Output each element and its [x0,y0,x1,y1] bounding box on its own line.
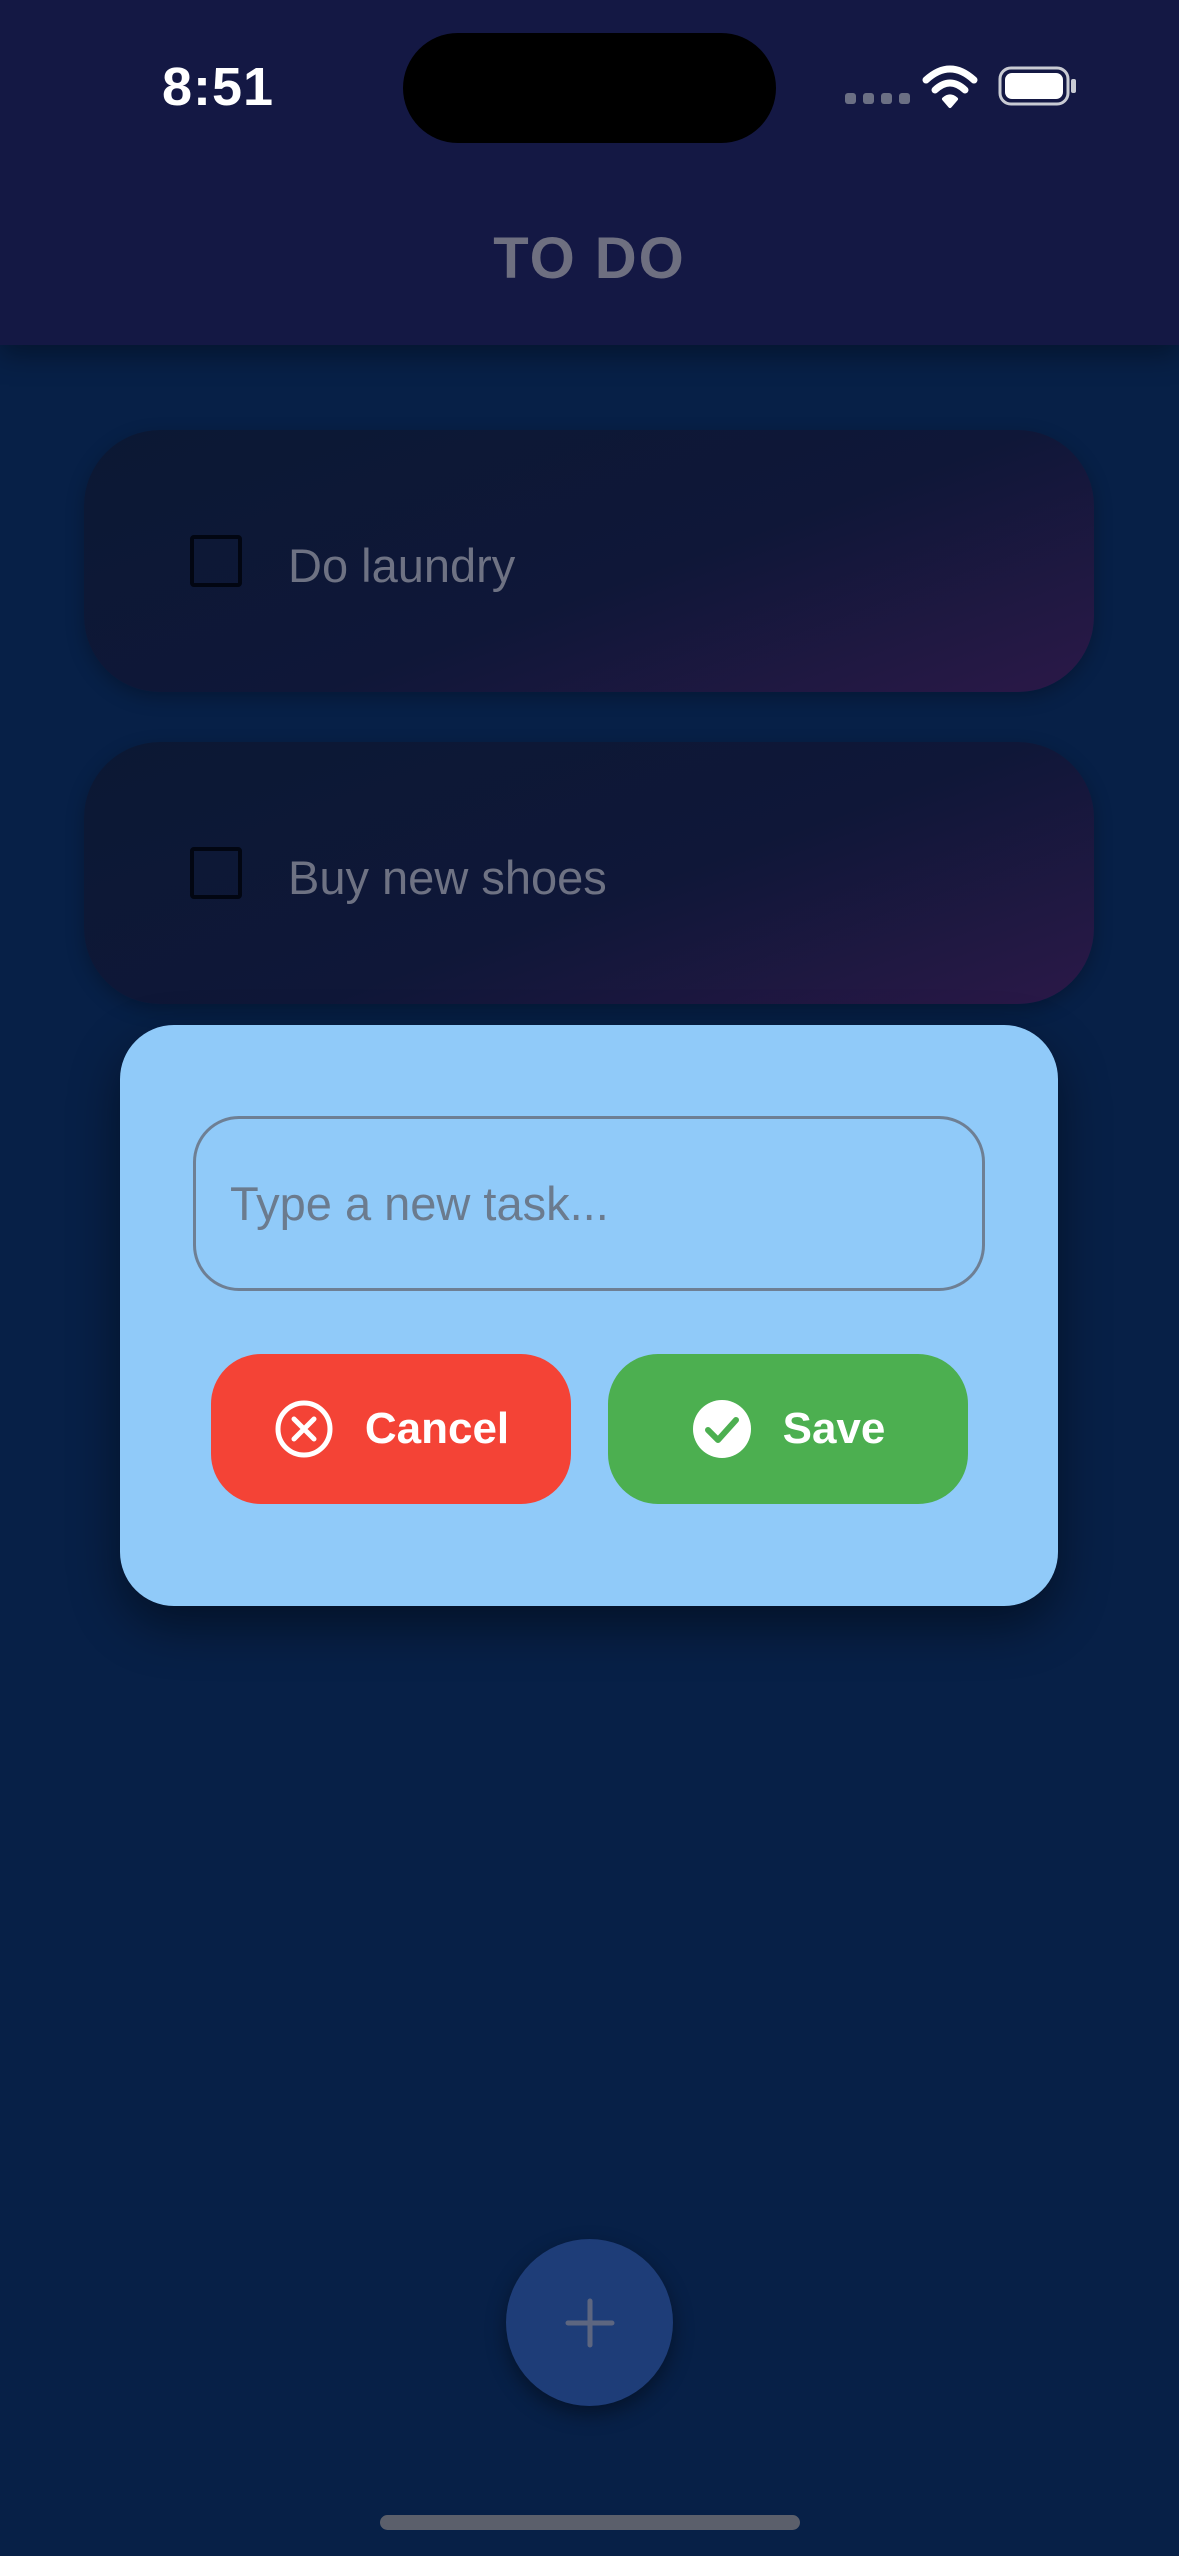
battery-icon [998,66,1076,106]
cancel-button[interactable]: Cancel [211,1354,571,1504]
add-task-button[interactable] [506,2239,673,2406]
cancel-button-label: Cancel [364,1404,510,1453]
cellular-signal-icon [845,93,910,104]
task-checkbox[interactable] [190,535,242,587]
home-indicator[interactable] [380,2515,800,2530]
task-label: Do laundry [288,539,516,592]
new-task-input[interactable] [193,1116,985,1291]
dynamic-island [403,33,776,143]
save-button[interactable]: Save [608,1354,968,1504]
plus-icon [565,2298,614,2347]
task-card: Do laundry [84,430,1094,692]
task-checkbox[interactable] [190,847,242,899]
circle-x-icon [275,1400,333,1458]
new-task-dialog: Cancel Save [120,1025,1058,1606]
circle-check-icon [692,1400,751,1458]
task-label: Buy new shoes [288,851,607,904]
wifi-icon [922,65,978,108]
status-bar: 8:51 [0,0,1179,160]
page-title: TO DO [493,226,686,291]
status-time: 8:51 [162,57,275,117]
save-button-label: Save [782,1404,886,1453]
task-card: Buy new shoes [84,742,1094,1004]
